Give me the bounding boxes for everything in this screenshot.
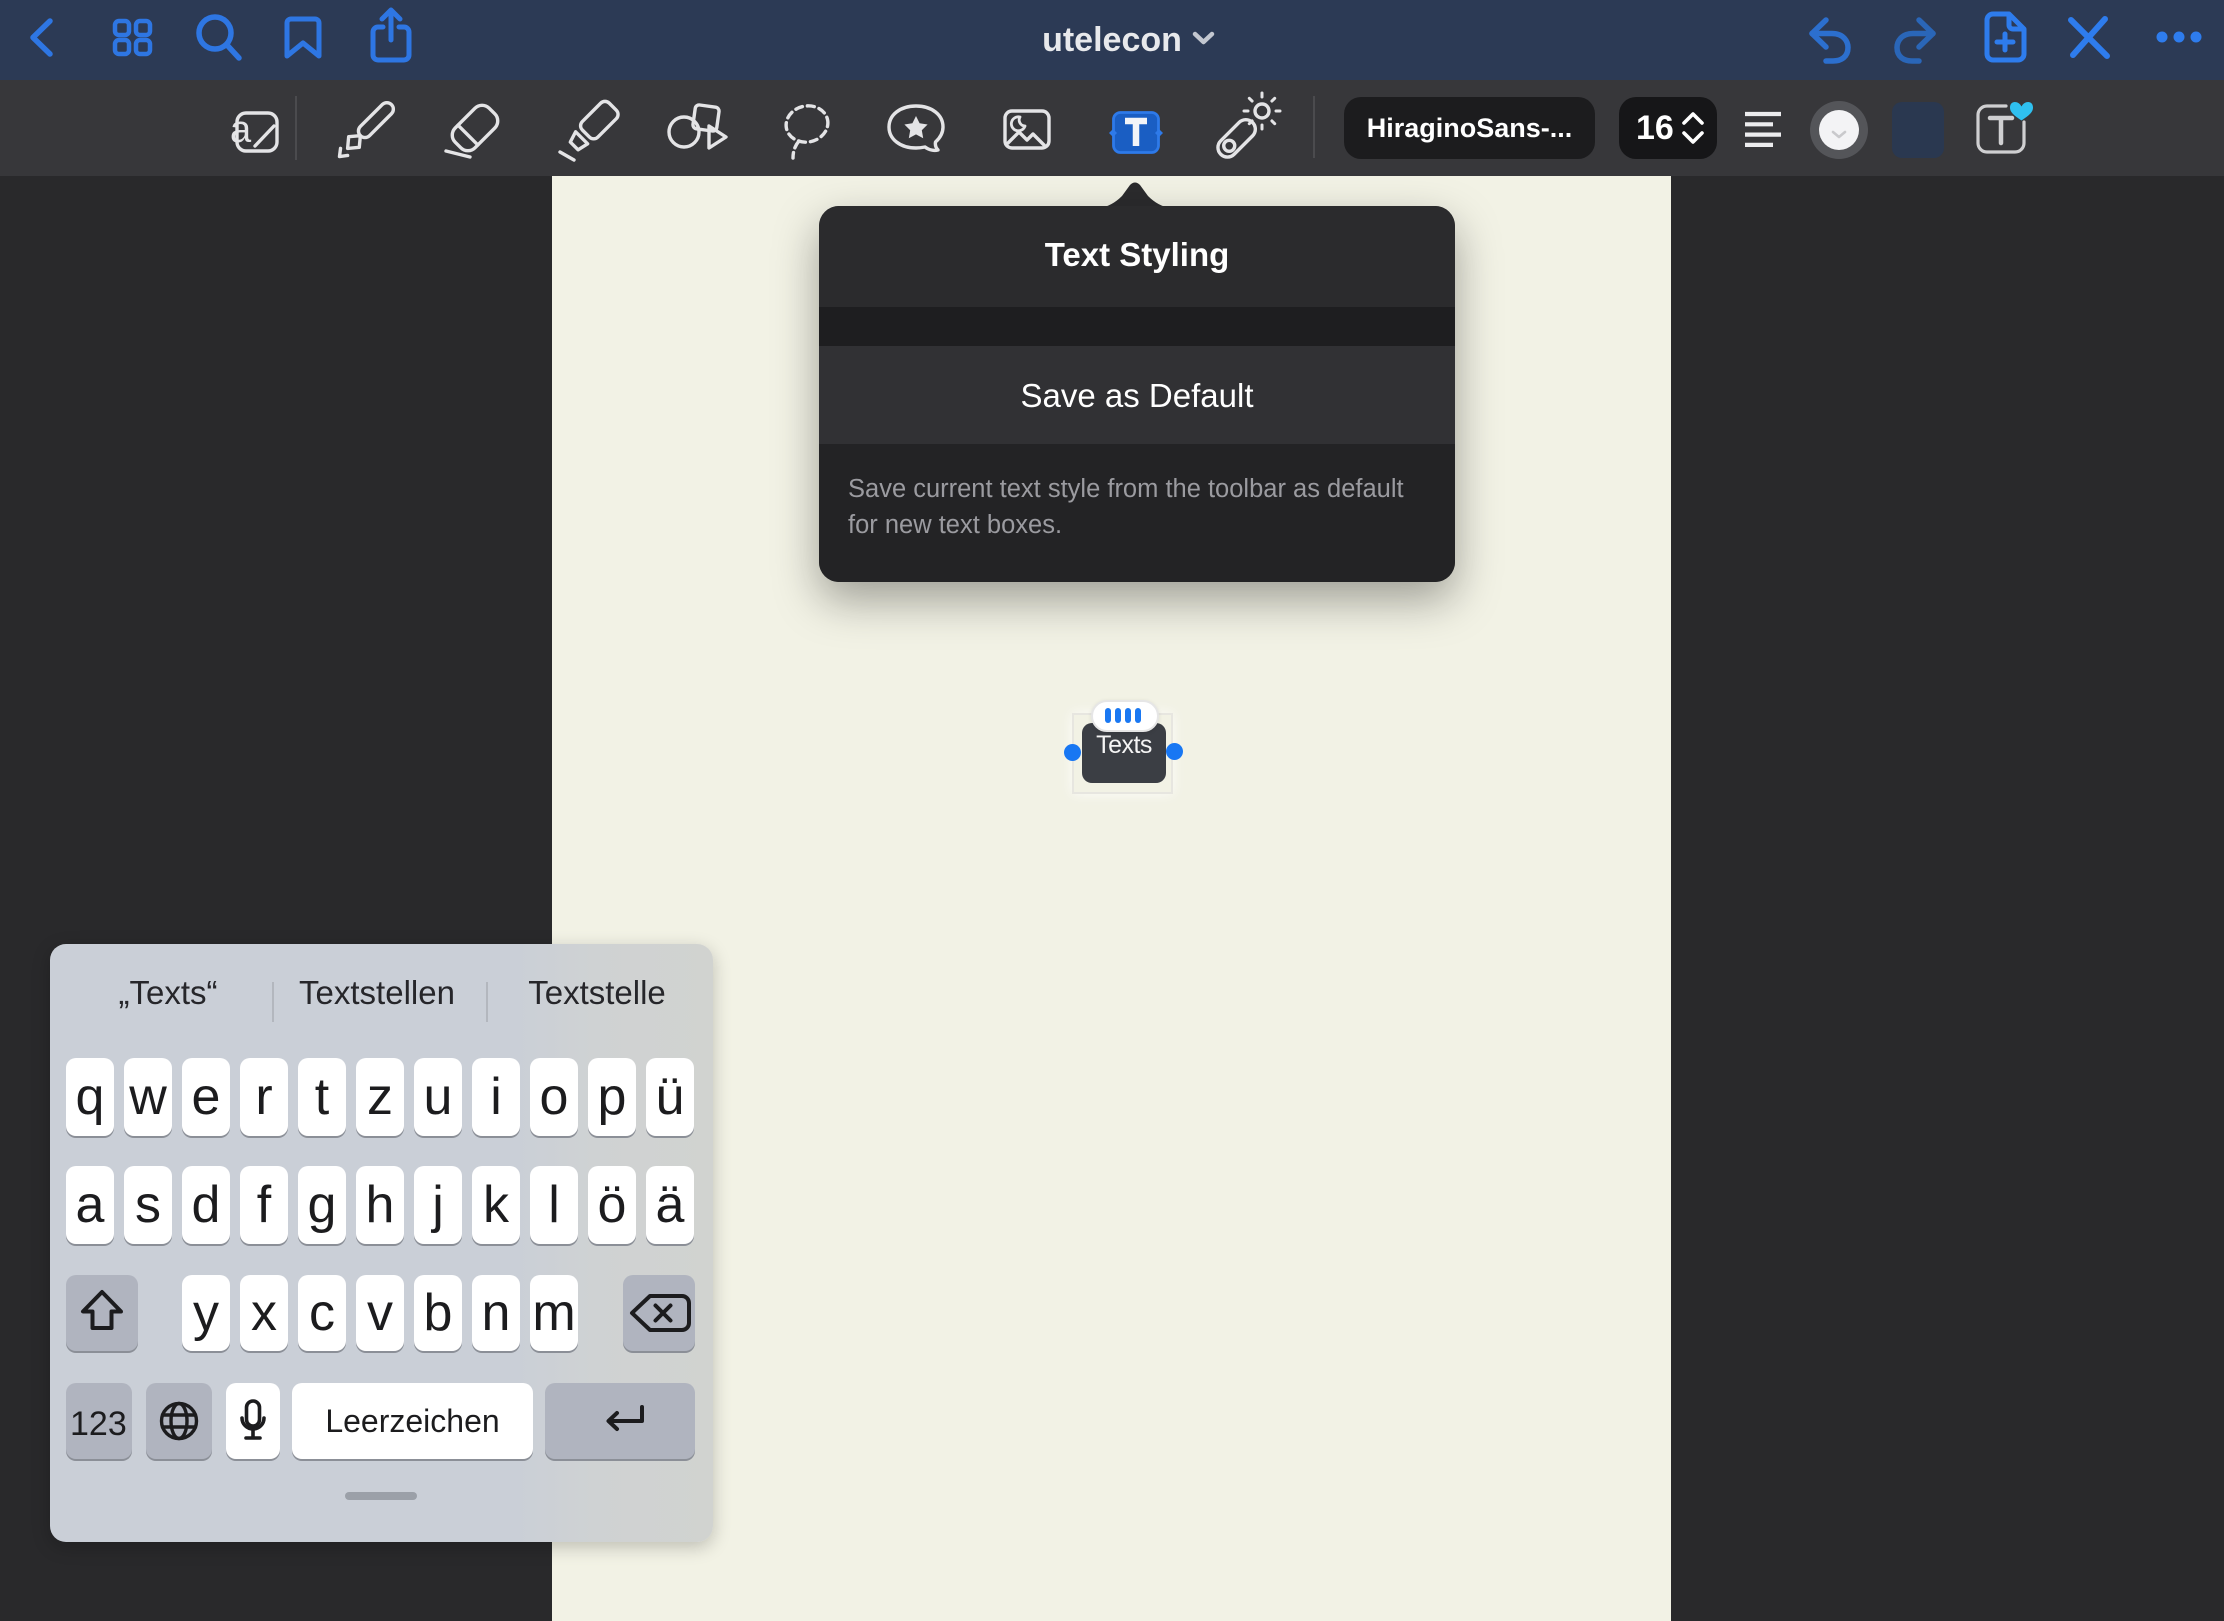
svg-text:123: 123 [70,1405,127,1443]
svg-text:a: a [230,109,252,151]
